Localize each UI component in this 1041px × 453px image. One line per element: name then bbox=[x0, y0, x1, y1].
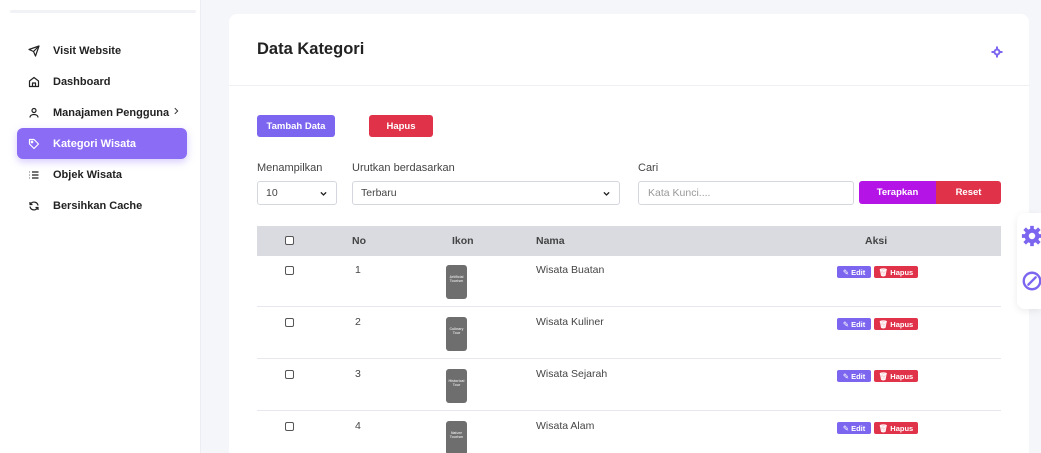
pencil-icon: ✎ bbox=[842, 267, 850, 277]
column-header-icon: Ikon bbox=[452, 235, 474, 247]
pencil-icon: ✎ bbox=[842, 371, 850, 381]
sidebar-item-manajemen-pengguna[interactable]: Manajamen Pengguna bbox=[17, 97, 187, 128]
sidebar-item-label: Objek Wisata bbox=[53, 168, 122, 181]
delete-button[interactable]: 🗑 Hapus bbox=[874, 422, 918, 434]
category-icon-thumbnail: Culinary Tour bbox=[446, 317, 467, 351]
tag-icon bbox=[27, 137, 41, 151]
show-count-select[interactable]: 10 bbox=[257, 181, 337, 205]
chevron-down-icon bbox=[319, 189, 328, 198]
row-name: Wisata Buatan bbox=[536, 264, 605, 276]
sidebar-item-dashboard[interactable]: Dashboard bbox=[17, 66, 187, 97]
table-row: 3 Historical Tour Wisata Sejarah ✎ Edit 🗑 H… bbox=[257, 360, 1001, 411]
send-icon bbox=[27, 44, 41, 58]
sort-label: Urutkan berdasarkan bbox=[352, 162, 455, 174]
table-header: No Ikon Nama Aksi bbox=[257, 226, 1001, 256]
sidebar-item-bersihkan-cache[interactable]: Bersihkan Cache bbox=[17, 190, 187, 221]
show-label: Menampilkan bbox=[257, 162, 323, 174]
table-row: 1 Artificial Tourism Wisata Buatan ✎ Edit … bbox=[257, 256, 1001, 307]
sidebar-top-divider bbox=[10, 10, 196, 13]
row-name: Wisata Kuliner bbox=[536, 316, 604, 328]
page-title: Data Kategori bbox=[257, 40, 365, 58]
row-number: 1 bbox=[355, 264, 361, 276]
show-count-value: 10 bbox=[266, 187, 278, 199]
column-header-action: Aksi bbox=[865, 235, 888, 247]
sidebar-item-label: Visit Website bbox=[53, 44, 122, 57]
column-header-name: Nama bbox=[536, 235, 565, 247]
row-checkbox[interactable] bbox=[285, 422, 294, 431]
sidebar-item-label: Bersihkan Cache bbox=[53, 199, 143, 212]
customize-icon[interactable] bbox=[1021, 270, 1041, 292]
table-row: 2 Culinary Tour Wisata Kuliner ✎ Edit 🗑 Hap… bbox=[257, 308, 1001, 359]
delete-selected-button[interactable]: Hapus bbox=[369, 115, 433, 137]
edit-button[interactable]: ✎ Edit bbox=[837, 266, 871, 278]
sidebar-item-kategori-wisata[interactable]: Kategori Wisata bbox=[17, 128, 187, 159]
sidebar-item-objek-wisata[interactable]: Objek Wisata bbox=[17, 159, 187, 190]
category-icon-thumbnail: Historical Tour bbox=[446, 369, 467, 403]
sort-value: Terbaru bbox=[361, 187, 397, 199]
card-header: Data Kategori bbox=[229, 14, 1029, 86]
delete-button[interactable]: 🗑 Hapus bbox=[874, 318, 918, 330]
sidebar-nav: Visit Website Dashboard Manajamen Penggu… bbox=[17, 35, 187, 221]
search-label: Cari bbox=[638, 162, 659, 174]
row-checkbox[interactable] bbox=[285, 370, 294, 379]
refresh-icon bbox=[27, 199, 41, 213]
delete-button[interactable]: 🗑 Hapus bbox=[874, 266, 918, 278]
reset-button[interactable]: Reset bbox=[936, 181, 1001, 204]
main-card: Data Kategori Tambah Data Hapus Menampil… bbox=[229, 14, 1029, 453]
gear-icon[interactable] bbox=[991, 45, 1003, 58]
row-number: 4 bbox=[355, 420, 361, 432]
trash-icon: 🗑 bbox=[878, 371, 889, 381]
add-data-button[interactable]: Tambah Data bbox=[257, 115, 335, 137]
trash-icon: 🗑 bbox=[878, 267, 889, 277]
category-icon-thumbnail: Nature Tourism bbox=[446, 421, 467, 453]
settings-gear-icon[interactable] bbox=[1021, 225, 1041, 247]
trash-icon: 🗑 bbox=[878, 423, 889, 433]
trash-icon: 🗑 bbox=[878, 319, 889, 329]
apply-button[interactable]: Terapkan bbox=[859, 181, 936, 204]
search-input[interactable]: Kata Kunci.... bbox=[638, 181, 854, 205]
user-icon bbox=[27, 106, 41, 120]
chevron-right-icon bbox=[171, 106, 183, 118]
column-header-no: No bbox=[352, 235, 366, 247]
sidebar-item-label: Manajamen Pengguna bbox=[53, 106, 170, 119]
delete-button[interactable]: 🗑 Hapus bbox=[874, 370, 918, 382]
row-name: Wisata Sejarah bbox=[536, 368, 608, 380]
row-checkbox[interactable] bbox=[285, 266, 294, 275]
category-icon-thumbnail: Artificial Tourism bbox=[446, 265, 467, 299]
list-icon bbox=[27, 168, 41, 182]
sort-select[interactable]: Terbaru bbox=[352, 181, 620, 205]
floating-widget-panel bbox=[1017, 213, 1041, 309]
chevron-down-icon bbox=[602, 189, 611, 198]
row-checkbox[interactable] bbox=[285, 318, 294, 327]
pencil-icon: ✎ bbox=[842, 319, 850, 329]
sidebar-item-label: Dashboard bbox=[53, 75, 111, 88]
sidebar: Visit Website Dashboard Manajamen Penggu… bbox=[0, 0, 201, 453]
row-name: Wisata Alam bbox=[536, 420, 595, 432]
row-number: 2 bbox=[355, 316, 361, 328]
edit-button[interactable]: ✎ Edit bbox=[837, 370, 871, 382]
table-row: 4 Nature Tourism Wisata Alam ✎ Edit 🗑 Hapus bbox=[257, 412, 1001, 453]
edit-button[interactable]: ✎ Edit bbox=[837, 318, 871, 330]
select-all-checkbox[interactable] bbox=[285, 236, 294, 245]
edit-button[interactable]: ✎ Edit bbox=[837, 422, 871, 434]
row-number: 3 bbox=[355, 368, 361, 380]
sidebar-item-label: Kategori Wisata bbox=[53, 137, 137, 150]
pencil-icon: ✎ bbox=[842, 423, 850, 433]
sidebar-item-visit-website[interactable]: Visit Website bbox=[17, 35, 187, 66]
home-icon bbox=[27, 75, 41, 89]
